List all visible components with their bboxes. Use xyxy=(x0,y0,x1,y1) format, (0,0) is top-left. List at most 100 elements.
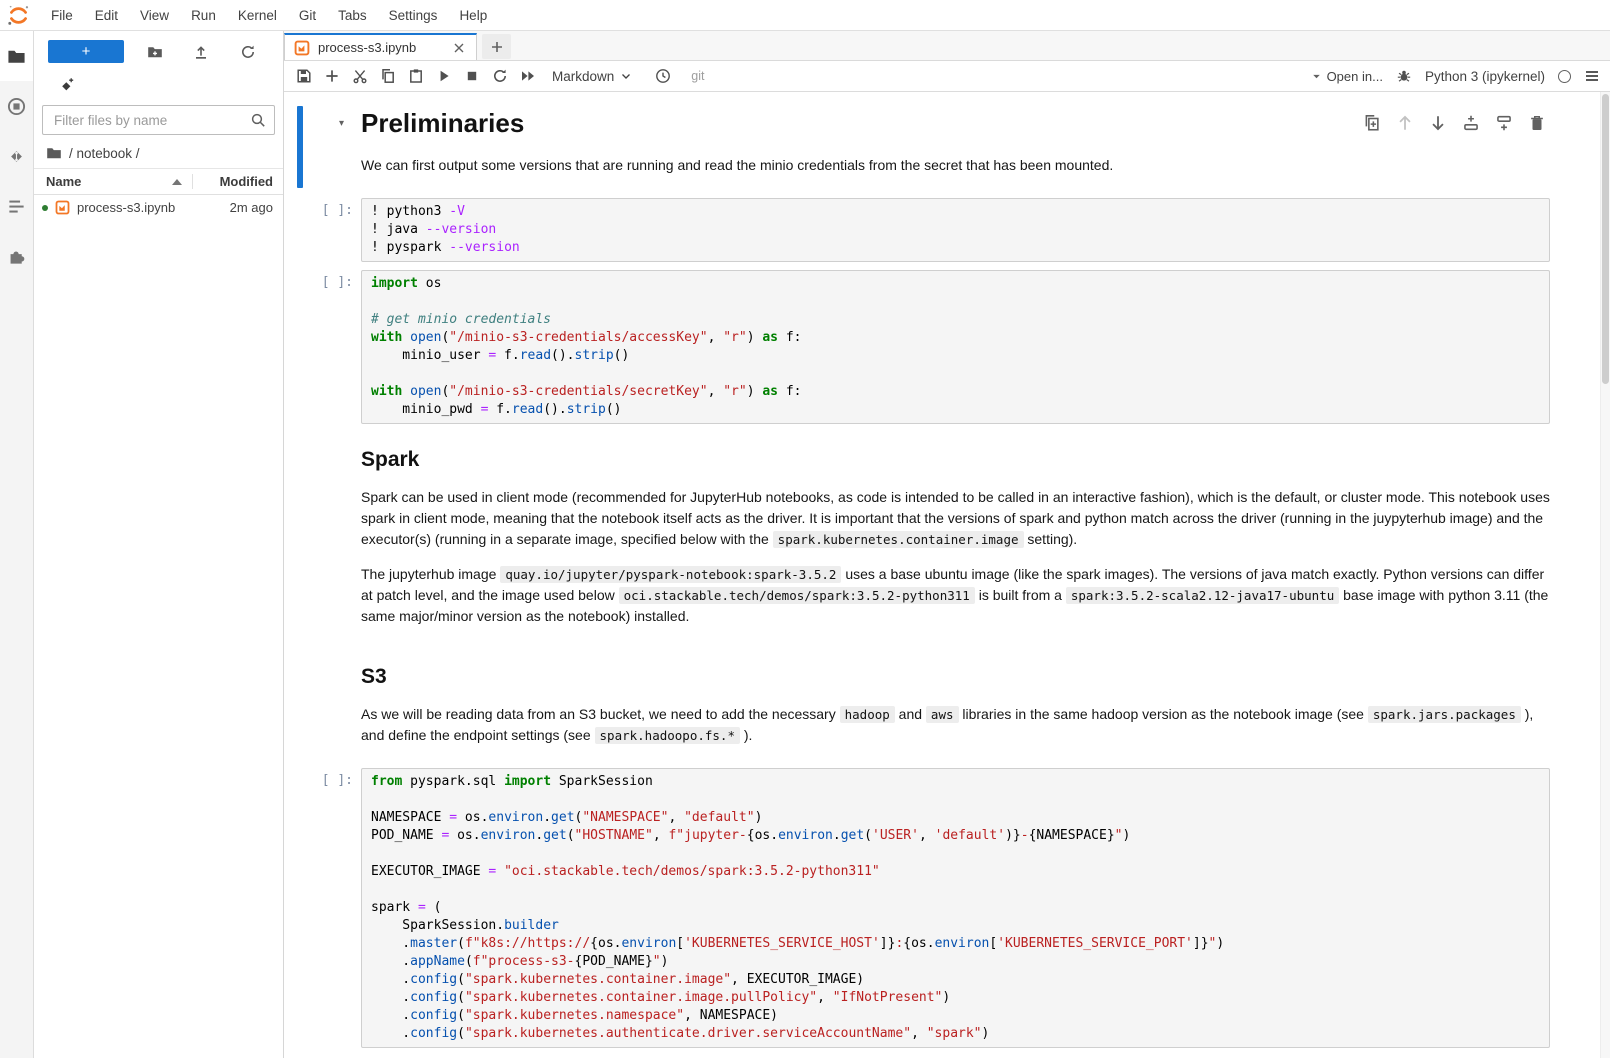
copy-icon[interactable] xyxy=(374,68,402,84)
code-line: ! java --version xyxy=(371,221,1540,239)
caret-down-icon xyxy=(1310,70,1323,83)
run-icon[interactable] xyxy=(430,68,458,84)
kernel-running-dot xyxy=(42,205,48,211)
save-icon[interactable] xyxy=(290,68,318,84)
tab-process-s3[interactable]: process-s3.ipynb xyxy=(284,33,477,60)
duplicate-icon[interactable] xyxy=(1363,114,1381,132)
cell-5-markdown[interactable]: S3As we will be reading data from an S3 … xyxy=(297,649,1550,760)
cell-prompt xyxy=(297,104,361,190)
code-line: .config("spark.kubernetes.container.imag… xyxy=(371,971,1540,989)
file-name: process-s3.ipynb xyxy=(77,200,230,215)
chevron-down-icon xyxy=(619,69,633,83)
code-line: from pyspark.sql import SparkSession xyxy=(371,773,1540,791)
sort-ascending-icon xyxy=(172,179,182,185)
activity-bar xyxy=(0,31,34,1058)
tab-bar: process-s3.ipynb xyxy=(284,31,1610,61)
activity-running-sessions-icon[interactable] xyxy=(0,81,33,131)
column-header-modified[interactable]: Modified xyxy=(201,174,273,189)
cell-prompt: [ ]: xyxy=(297,768,361,1048)
code-line: minio_user = f.read().strip() xyxy=(371,347,1540,365)
menu-help[interactable]: Help xyxy=(448,1,498,30)
menu-run[interactable]: Run xyxy=(180,1,227,30)
code-line: .config("spark.kubernetes.authenticate.d… xyxy=(371,1025,1540,1043)
filter-files-input[interactable] xyxy=(42,105,275,135)
menu-settings[interactable]: Settings xyxy=(378,1,449,30)
activity-extension-manager-icon[interactable] xyxy=(0,231,33,281)
move-down-icon[interactable] xyxy=(1429,114,1447,132)
code-line: ! pyspark --version xyxy=(371,239,1540,257)
close-tab-icon[interactable] xyxy=(451,40,467,56)
inline-code: spark.hadoopo.fs.* xyxy=(595,727,740,744)
new-tab-button[interactable] xyxy=(482,34,511,59)
cell-prompt xyxy=(297,432,361,641)
code-editor[interactable]: import os # get minio credentialswith op… xyxy=(361,270,1550,424)
code-line: POD_NAME = os.environ.get("HOSTNAME", f"… xyxy=(371,827,1540,845)
notebook-content: ▾PreliminariesWe can first output some v… xyxy=(284,92,1610,1058)
new-folder-icon[interactable] xyxy=(147,44,163,60)
code-editor[interactable]: ! python3 -V! java --version! pyspark --… xyxy=(361,198,1550,262)
cell-4-markdown[interactable]: SparkSpark can be used in client mode (r… xyxy=(297,432,1550,641)
folder-icon xyxy=(46,145,62,161)
menubar: FileEditViewRunKernelGitTabsSettingsHelp xyxy=(0,0,1610,31)
menu-file[interactable]: File xyxy=(40,1,84,30)
refresh-icon[interactable] xyxy=(240,44,256,60)
search-icon xyxy=(250,112,266,128)
menu-kernel[interactable]: Kernel xyxy=(227,1,288,30)
upload-icon[interactable] xyxy=(193,44,209,60)
run-all-icon[interactable] xyxy=(514,68,542,84)
scrollbar-thumb[interactable] xyxy=(1602,94,1609,384)
code-line: NAMESPACE = os.environ.get("NAMESPACE", … xyxy=(371,809,1540,827)
main-menu-icon[interactable] xyxy=(1584,68,1600,84)
heading-collapser-icon[interactable]: ▾ xyxy=(339,118,344,129)
stop-icon[interactable] xyxy=(458,68,486,84)
bug-icon[interactable] xyxy=(1396,68,1412,84)
kernel-status-icon[interactable] xyxy=(1558,70,1571,83)
notebook-file-icon xyxy=(294,40,310,56)
insert-below-icon[interactable] xyxy=(1495,114,1513,132)
kernel-name[interactable]: Python 3 (ipykernel) xyxy=(1425,69,1545,84)
cell-6-code[interactable]: [ ]:from pyspark.sql import SparkSession… xyxy=(297,768,1550,1048)
code-line xyxy=(371,845,1540,863)
breadcrumb[interactable]: / notebook / xyxy=(34,139,283,168)
file-row[interactable]: process-s3.ipynb2m ago xyxy=(34,195,283,220)
file-list-header: Name Modified xyxy=(34,168,283,195)
menu-edit[interactable]: Edit xyxy=(84,1,129,30)
git-clone-icon[interactable] xyxy=(58,77,74,93)
add-icon[interactable] xyxy=(318,68,346,84)
file-list: process-s3.ipynb2m ago xyxy=(34,195,283,220)
code-line: .config("spark.kubernetes.container.imag… xyxy=(371,989,1540,1007)
cut-icon[interactable] xyxy=(346,68,374,84)
activity-git-icon[interactable] xyxy=(0,131,33,181)
restart-icon[interactable] xyxy=(486,68,514,84)
code-line: .appName(f"process-s3-{POD_NAME}") xyxy=(371,953,1540,971)
cell-toolbar xyxy=(1363,114,1546,132)
open-in-label: Open in... xyxy=(1327,69,1383,84)
jupyter-logo-icon xyxy=(7,4,30,27)
file-browser-toolbar: + xyxy=(34,31,283,65)
cell-prompt: [ ]: xyxy=(297,270,361,424)
file-browser-panel: + / notebook / xyxy=(34,31,284,1058)
git-clone-row xyxy=(34,65,283,95)
new-launcher-button[interactable]: + xyxy=(48,40,124,63)
paste-icon[interactable] xyxy=(402,68,430,84)
menu-view[interactable]: View xyxy=(129,1,180,30)
cell-type-dropdown[interactable]: Markdown xyxy=(552,69,633,84)
menu-tabs[interactable]: Tabs xyxy=(327,1,378,30)
open-in-dropdown[interactable]: Open in... xyxy=(1310,69,1383,84)
activity-table-of-contents-icon[interactable] xyxy=(0,181,33,231)
activity-file-browser-icon[interactable] xyxy=(0,31,33,81)
column-header-name[interactable]: Name xyxy=(46,174,192,189)
delete-icon[interactable] xyxy=(1528,114,1546,132)
markdown-paragraph: We can first output some versions that a… xyxy=(361,155,1550,176)
code-line: ! python3 -V xyxy=(371,203,1540,221)
menu-git[interactable]: Git xyxy=(288,1,327,30)
code-editor[interactable]: from pyspark.sql import SparkSession NAM… xyxy=(361,768,1550,1048)
cell-prompt xyxy=(297,649,361,760)
clock-icon[interactable] xyxy=(655,68,671,84)
cell-2-code[interactable]: [ ]:! python3 -V! java --version! pyspar… xyxy=(297,198,1550,262)
insert-above-icon[interactable] xyxy=(1462,114,1480,132)
toolbar-left-icons xyxy=(290,68,542,84)
vertical-scrollbar[interactable] xyxy=(1600,92,1610,1058)
cell-list: ▾PreliminariesWe can first output some v… xyxy=(284,92,1610,1048)
cell-3-code[interactable]: [ ]:import os # get minio credentialswit… xyxy=(297,270,1550,424)
